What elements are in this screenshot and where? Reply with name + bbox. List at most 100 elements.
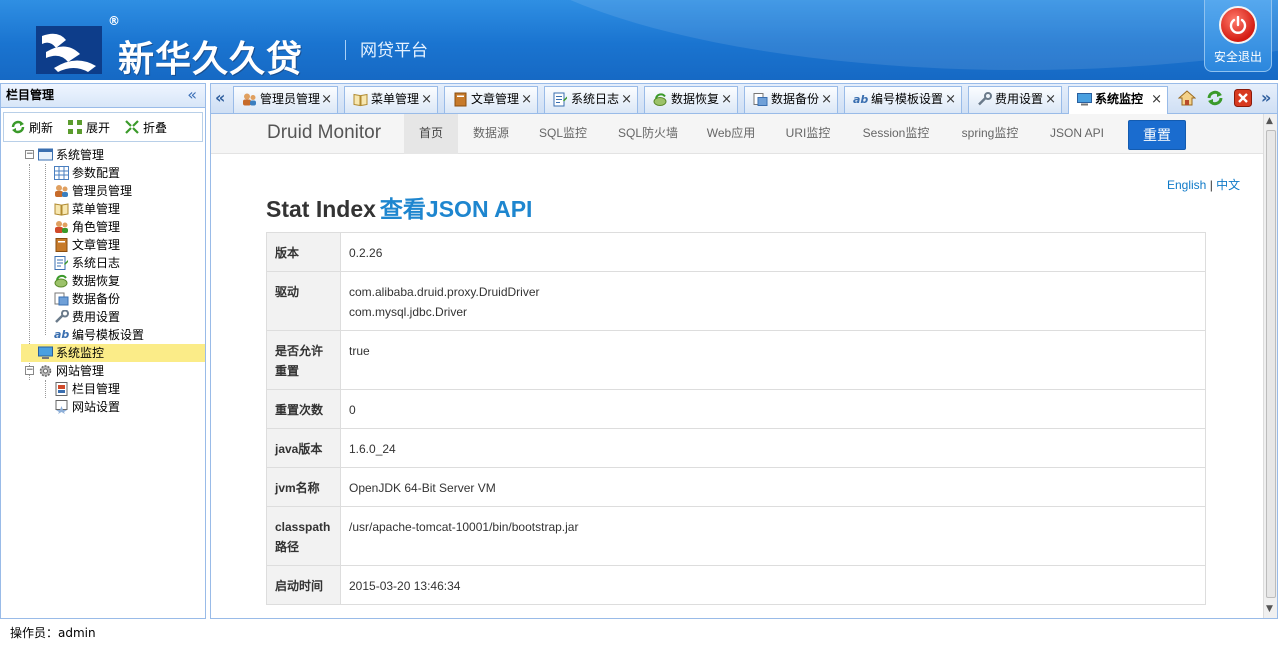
- tab-close-icon[interactable]: ×: [945, 87, 956, 112]
- tree-node-fee[interactable]: 费用设置: [1, 308, 205, 326]
- status-bar: 操作员：admin: [0, 621, 1278, 646]
- admin-icon: [243, 93, 256, 106]
- tab-log[interactable]: 系统日志 ×: [544, 86, 638, 113]
- tree-node-article[interactable]: 文章管理: [1, 236, 205, 254]
- collapse-toggle-icon[interactable]: −: [25, 150, 34, 159]
- restore-icon: [54, 274, 68, 288]
- tab-monitor[interactable]: 系统监控 ×: [1068, 86, 1168, 114]
- brand-divider: [345, 40, 346, 60]
- row-value: true: [340, 330, 1206, 390]
- tab-close-icon[interactable]: ×: [1151, 87, 1162, 112]
- registered-mark: ®: [108, 14, 120, 28]
- wrench-icon: [978, 92, 992, 106]
- row-key: 版本: [266, 232, 341, 272]
- nav-web-app[interactable]: Web应用: [698, 114, 764, 154]
- druid-brand[interactable]: Druid Monitor: [267, 122, 381, 144]
- tab-close-icon[interactable]: ×: [1045, 87, 1056, 112]
- collapse-button[interactable]: 折叠: [124, 119, 167, 136]
- druid-frame: Druid Monitor 首页 数据源 SQL监控 SQL防火墙 Web应用 …: [211, 114, 1263, 618]
- nav-sql-firewall[interactable]: SQL防火墙: [609, 114, 687, 154]
- tab-admin[interactable]: 管理员管理 ×: [233, 86, 338, 113]
- brand-subtitle: 网贷平台: [360, 41, 428, 61]
- tree-node-param-config[interactable]: 参数配置: [1, 164, 205, 182]
- collapse-icon: [125, 120, 139, 134]
- header-decoration: [470, 0, 1278, 70]
- tree-node-log[interactable]: 系统日志: [1, 254, 205, 272]
- tab-close-icon[interactable]: ×: [321, 87, 332, 112]
- scrollbar-thumb[interactable]: [1266, 130, 1276, 598]
- refresh-icon[interactable]: [1206, 89, 1224, 107]
- tree-node-site[interactable]: − 网站管理: [1, 362, 205, 380]
- row-value: OpenJDK 64-Bit Server VM: [340, 467, 1206, 507]
- tab-backup[interactable]: 数据备份 ×: [744, 86, 838, 113]
- home-icon[interactable]: [1178, 89, 1196, 107]
- expand-icon: [68, 120, 83, 134]
- tree-node-label: 数据恢复: [72, 274, 121, 288]
- expand-button[interactable]: 展开: [67, 119, 110, 136]
- tab-article[interactable]: 文章管理 ×: [444, 86, 538, 113]
- row-key: 是否允许重置: [266, 330, 341, 390]
- tab-label: 数据恢复: [671, 92, 720, 106]
- lang-english-link[interactable]: English: [1167, 178, 1206, 192]
- collapse-sidebar-icon[interactable]: «: [187, 84, 197, 106]
- gear-icon: [39, 365, 52, 377]
- nav-uri-monitor[interactable]: URI监控: [776, 114, 840, 154]
- tree-node-restore[interactable]: 数据恢复: [1, 272, 205, 290]
- tab-restore[interactable]: 数据恢复 ×: [644, 86, 738, 113]
- tab-scroll-left-icon[interactable]: «: [215, 88, 225, 107]
- scroll-up-icon[interactable]: ▲: [1266, 116, 1273, 126]
- close-all-icon[interactable]: [1234, 89, 1252, 107]
- tab-close-icon[interactable]: ×: [521, 87, 532, 112]
- tab-menu[interactable]: 菜单管理 ×: [344, 86, 438, 113]
- tree-node-site-settings[interactable]: 网站设置: [1, 398, 205, 416]
- lang-chinese-link[interactable]: 中文: [1216, 178, 1240, 192]
- tab-close-icon[interactable]: ×: [621, 87, 632, 112]
- tab-close-icon[interactable]: ×: [421, 87, 432, 112]
- tree-node-column[interactable]: 栏目管理: [1, 380, 205, 398]
- tree-node-monitor[interactable]: 系统监控: [21, 344, 205, 362]
- tab-code-template[interactable]: ab 编号模板设置 ×: [844, 86, 962, 113]
- scroll-down-icon[interactable]: ▼: [1266, 604, 1273, 614]
- tree-node-system[interactable]: − 系统管理: [1, 146, 205, 164]
- table-row: jvm名称 OpenJDK 64-Bit Server VM: [266, 467, 1206, 507]
- tab-label: 管理员管理: [260, 92, 321, 106]
- backup-icon: [54, 292, 69, 306]
- nav-session-monitor[interactable]: Session监控: [851, 114, 941, 154]
- nav-sql-monitor[interactable]: SQL监控: [529, 114, 597, 154]
- tree-node-label: 系统日志: [72, 256, 121, 270]
- tree-node-menu[interactable]: 菜单管理: [1, 200, 205, 218]
- tree-node-code-template[interactable]: ab 编号模板设置: [1, 326, 205, 344]
- tab-label: 编号模板设置: [871, 92, 944, 106]
- tab-label: 菜单管理: [371, 92, 420, 106]
- table-row: java版本 1.6.0_24: [266, 428, 1206, 468]
- nav-datasource[interactable]: 数据源: [463, 114, 519, 154]
- reset-button[interactable]: 重置: [1128, 120, 1186, 150]
- tree-node-role[interactable]: 角色管理: [1, 218, 205, 236]
- nav-home[interactable]: 首页: [404, 114, 458, 154]
- tab-close-icon[interactable]: ×: [721, 87, 732, 112]
- tree-node-label: 费用设置: [72, 310, 121, 324]
- tree-node-label: 编号模板设置: [72, 328, 145, 342]
- tab-label: 系统日志: [571, 92, 620, 106]
- nav-json-api[interactable]: JSON API: [1039, 114, 1115, 154]
- article-icon: [454, 92, 467, 107]
- tree-node-label: 系统管理: [56, 148, 105, 162]
- refresh-button[interactable]: 刷新: [10, 119, 53, 136]
- app-header: ® 新华久久贷 网贷平台 安全退出: [0, 0, 1278, 80]
- tab-label: 系统监控: [1095, 92, 1144, 106]
- table-row: classpath路径 /usr/apache-tomcat-10001/bin…: [266, 506, 1206, 566]
- row-key: jvm名称: [266, 467, 341, 507]
- nav-spring-monitor[interactable]: spring监控: [953, 114, 1027, 154]
- json-api-link[interactable]: 查看JSON API: [380, 196, 533, 222]
- logout-button[interactable]: 安全退出: [1204, 0, 1272, 72]
- tab-scroll-right-icon[interactable]: »: [1261, 88, 1271, 107]
- tree-node-backup[interactable]: 数据备份: [1, 290, 205, 308]
- tab-fee[interactable]: 费用设置 ×: [968, 86, 1062, 113]
- tree-node-admin[interactable]: 管理员管理: [1, 182, 205, 200]
- content-scrollbar[interactable]: ▲ ▼: [1263, 114, 1277, 618]
- tab-close-icon[interactable]: ×: [821, 87, 832, 112]
- tree-node-label: 网站设置: [72, 400, 121, 414]
- collapse-toggle-icon[interactable]: −: [25, 366, 34, 375]
- tab-bar: « 管理员管理 × 菜单管理 × 文章管理 × 系统日志 × 数据恢复 × 数据…: [211, 84, 1277, 114]
- sidebar: 栏目管理 « 刷新 展开 折叠 − 系统管理 参数配置 管理员管理 菜单管理 角…: [0, 83, 206, 619]
